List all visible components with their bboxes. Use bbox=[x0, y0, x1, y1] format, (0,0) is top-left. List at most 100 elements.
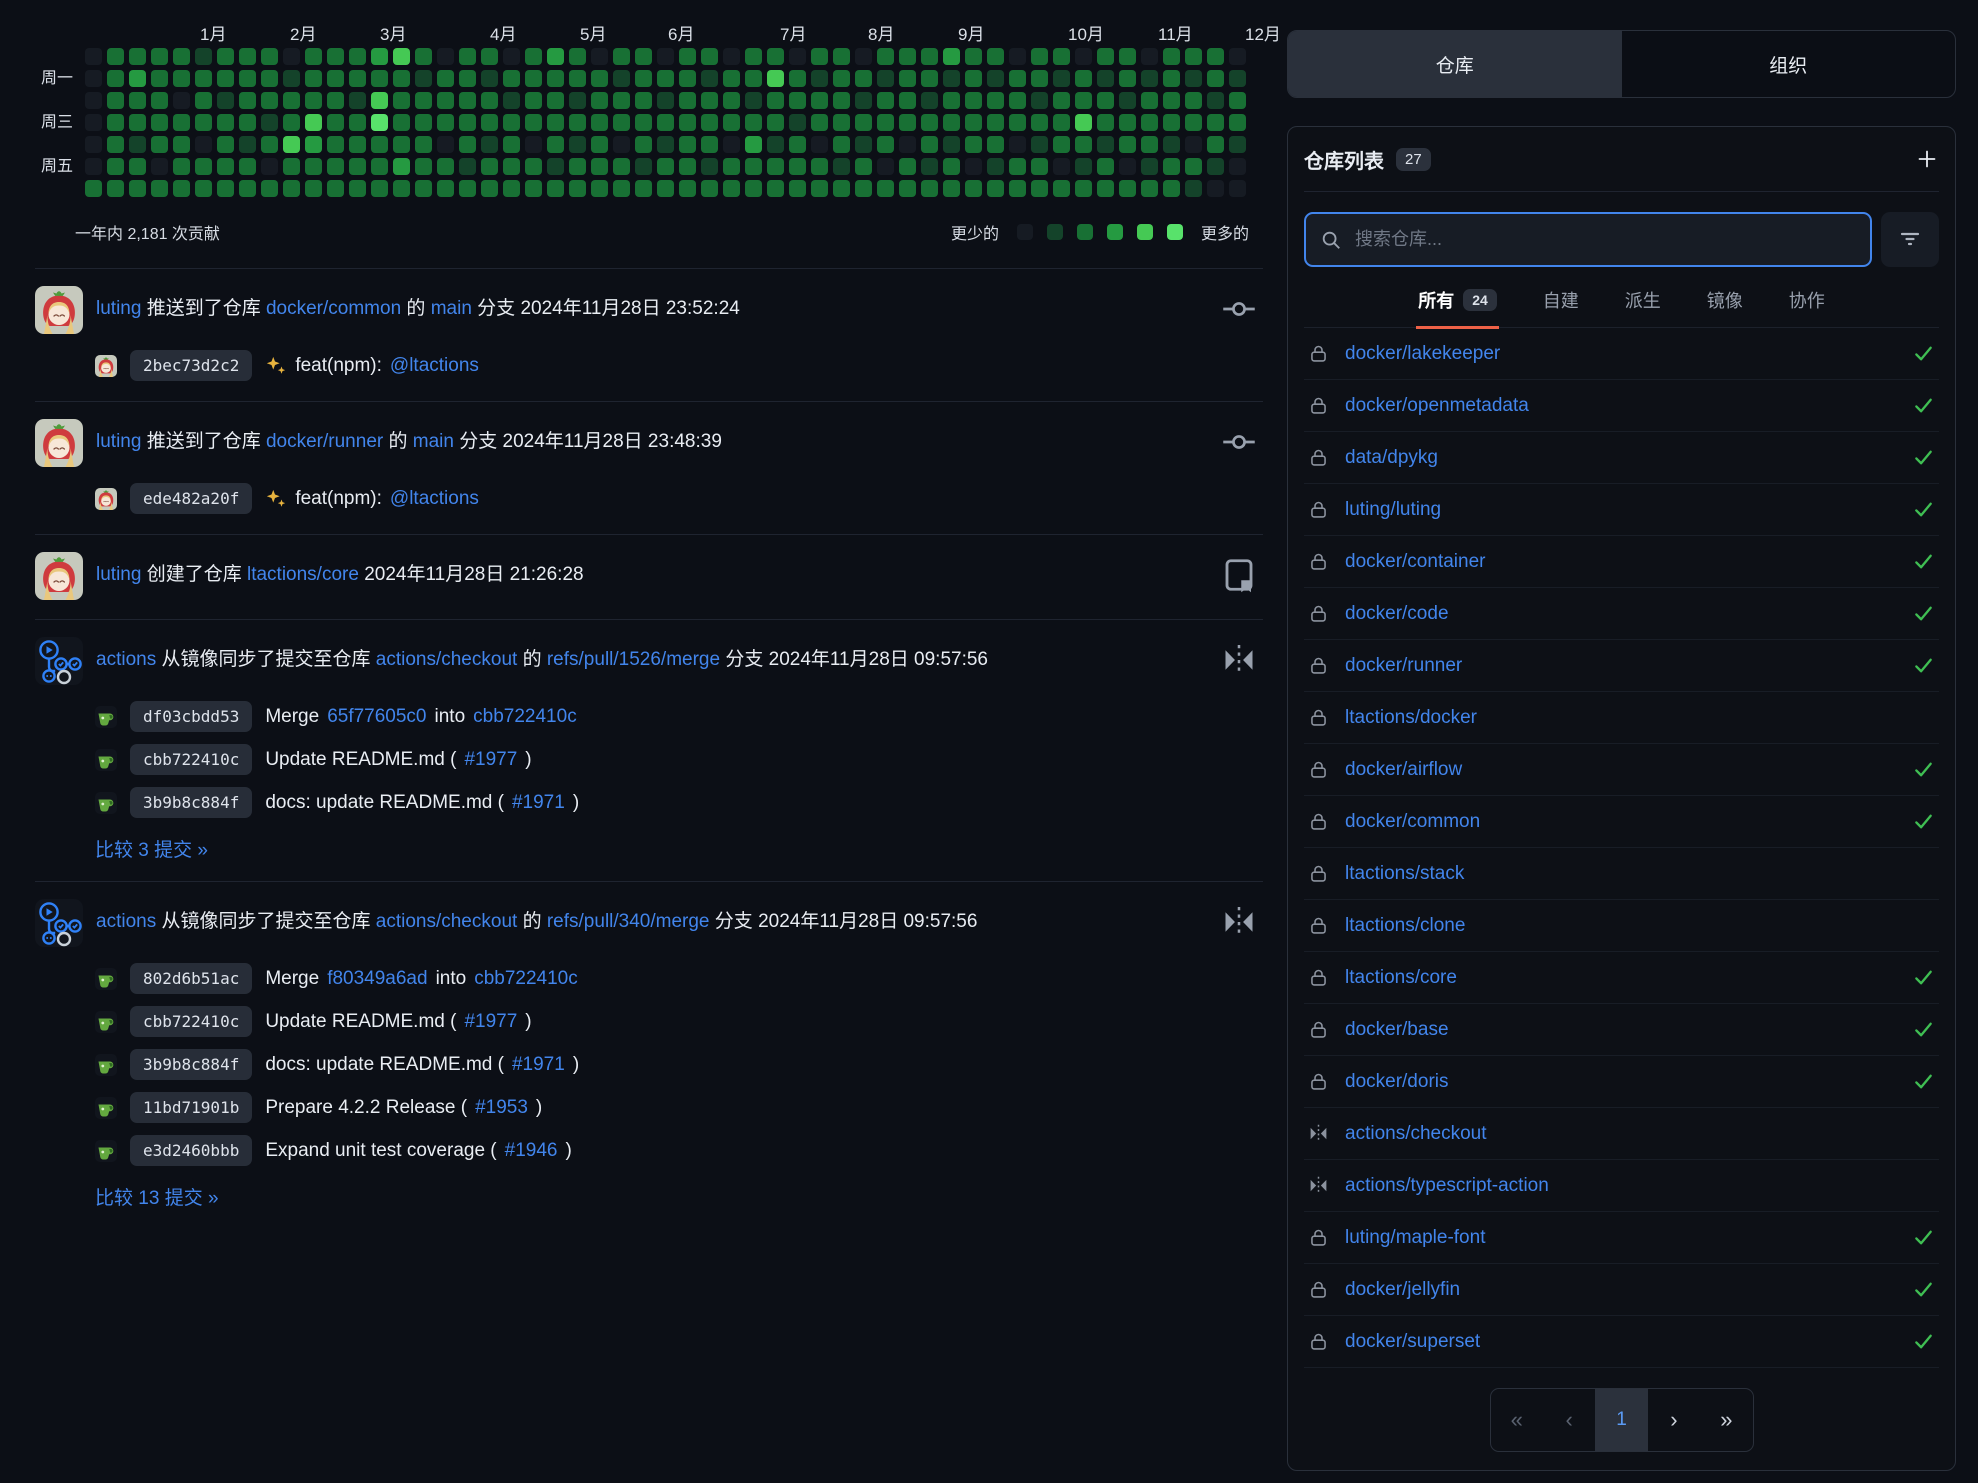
pagination-»[interactable]: » bbox=[1700, 1389, 1752, 1451]
add-repo-button[interactable] bbox=[1915, 147, 1939, 171]
repo-link[interactable]: docker/superset bbox=[1345, 1331, 1896, 1353]
heatmap-cell bbox=[877, 114, 894, 131]
repo-link[interactable]: docker/runner bbox=[1345, 655, 1896, 677]
commit-message-link[interactable]: @ltactions bbox=[390, 355, 479, 377]
avatar-luting[interactable] bbox=[35, 552, 83, 600]
heatmap-cell bbox=[1119, 114, 1136, 131]
lock-icon bbox=[1308, 707, 1329, 728]
repo-link[interactable]: actions/typescript-action bbox=[1345, 1175, 1935, 1197]
avatar-luting[interactable] bbox=[35, 419, 83, 467]
repo-search-input[interactable] bbox=[1353, 228, 1856, 251]
repo-link[interactable]: luting/luting bbox=[1345, 499, 1896, 521]
repo-link[interactable]: docker/openmetadata bbox=[1345, 395, 1896, 417]
feed-item-title: luting 推送到了仓库 docker/runner 的 main 分支 20… bbox=[96, 419, 722, 467]
feed-title-link[interactable]: actions/checkout bbox=[376, 649, 518, 670]
commit-hash-link[interactable]: 2bec73d2c2 bbox=[130, 350, 252, 381]
commit-hash-link[interactable]: df03cbdd53 bbox=[130, 701, 252, 732]
heatmap-cell bbox=[789, 92, 806, 109]
pagination-page-1[interactable]: 1 bbox=[1595, 1389, 1647, 1451]
feed-title-link[interactable]: actions bbox=[96, 911, 156, 932]
repo-link[interactable]: docker/container bbox=[1345, 551, 1896, 573]
repo-link[interactable]: actions/checkout bbox=[1345, 1123, 1935, 1145]
repo-link[interactable]: docker/common bbox=[1345, 811, 1896, 833]
repo-filter-button[interactable] bbox=[1881, 212, 1939, 267]
repo-link[interactable]: docker/airflow bbox=[1345, 759, 1896, 781]
lock-icon bbox=[1308, 1019, 1329, 1040]
heatmap-cell bbox=[767, 114, 784, 131]
compare-commits-link[interactable]: 比较 13 提交 » bbox=[95, 1188, 219, 1209]
feed-title-link[interactable]: actions/checkout bbox=[376, 911, 518, 932]
filter-tab-自建[interactable]: 自建 bbox=[1541, 287, 1581, 329]
repo-link[interactable]: docker/jellyfin bbox=[1345, 1279, 1896, 1301]
feed-title-link[interactable]: luting bbox=[96, 431, 141, 452]
commit-hash-link[interactable]: e3d2460bbb bbox=[130, 1135, 252, 1166]
feed-title-link[interactable]: actions bbox=[96, 649, 156, 670]
avatar-actions[interactable] bbox=[35, 637, 83, 685]
repo-link[interactable]: docker/code bbox=[1345, 603, 1896, 625]
filter-tab-label: 镜像 bbox=[1707, 287, 1743, 313]
commit-message-link[interactable]: #1946 bbox=[505, 1140, 558, 1162]
commit-hash-link[interactable]: 3b9b8c884f bbox=[130, 787, 252, 818]
avatar-actions[interactable] bbox=[35, 899, 83, 947]
filter-tab-镜像[interactable]: 镜像 bbox=[1705, 287, 1745, 329]
tab-仓库[interactable]: 仓库 bbox=[1288, 31, 1622, 97]
heatmap-cell bbox=[195, 92, 212, 109]
commit-message-link[interactable]: cbb722410c bbox=[474, 968, 578, 990]
filter-tab-派生[interactable]: 派生 bbox=[1623, 287, 1663, 329]
heatmap-cell bbox=[723, 92, 740, 109]
feed-title-link[interactable]: main bbox=[413, 431, 454, 452]
heatmap-cell bbox=[767, 136, 784, 153]
commit-hash-link[interactable]: 3b9b8c884f bbox=[130, 1049, 252, 1080]
commit-hash-link[interactable]: 11bd71901b bbox=[130, 1092, 252, 1123]
heatmap-cell bbox=[1207, 70, 1224, 87]
repo-search-row bbox=[1304, 212, 1939, 267]
lock-icon bbox=[1308, 395, 1329, 416]
feed-title-link[interactable]: docker/common bbox=[266, 298, 401, 319]
feed-title-link[interactable]: main bbox=[431, 298, 472, 319]
commit-hash-link[interactable]: ede482a20f bbox=[130, 483, 252, 514]
commit-message-link[interactable]: #1971 bbox=[512, 1054, 565, 1076]
commit-message-link[interactable]: #1977 bbox=[464, 1011, 517, 1033]
feed-title-link[interactable]: luting bbox=[96, 298, 141, 319]
pagination-›[interactable]: › bbox=[1648, 1389, 1700, 1451]
repo-panel-header: 仓库列表 27 bbox=[1304, 127, 1939, 192]
heatmap-cell bbox=[1229, 92, 1246, 109]
repo-link[interactable]: ltactions/stack bbox=[1345, 863, 1935, 885]
tab-组织[interactable]: 组织 bbox=[1622, 31, 1956, 97]
commit-hash-link[interactable]: cbb722410c bbox=[130, 744, 252, 775]
commit-message-link[interactable]: #1953 bbox=[475, 1097, 528, 1119]
repo-link[interactable]: docker/doris bbox=[1345, 1071, 1896, 1093]
filter-tab-所有[interactable]: 所有24 bbox=[1416, 287, 1499, 329]
compare-commits-link[interactable]: 比较 3 提交 » bbox=[95, 840, 208, 861]
avatar-luting[interactable] bbox=[35, 286, 83, 334]
repo-link[interactable]: ltactions/core bbox=[1345, 967, 1896, 989]
repo-row: docker/openmetadata bbox=[1304, 380, 1939, 432]
commit-message-text: Merge bbox=[265, 706, 319, 728]
repo-link[interactable]: docker/lakekeeper bbox=[1345, 343, 1896, 365]
repo-link[interactable]: docker/base bbox=[1345, 1019, 1896, 1041]
commit-message-link[interactable]: f80349a6ad bbox=[327, 968, 427, 990]
feed-title-link[interactable]: refs/pull/1526/merge bbox=[547, 649, 720, 670]
heatmap-cell bbox=[701, 92, 718, 109]
check-icon bbox=[1912, 1226, 1935, 1249]
heatmap-cell bbox=[1119, 92, 1136, 109]
repo-link[interactable]: ltactions/clone bbox=[1345, 915, 1935, 937]
commit-message-link[interactable]: #1977 bbox=[464, 749, 517, 771]
feed-title-link[interactable]: docker/runner bbox=[266, 431, 383, 452]
sidebar-tabs: 仓库组织 bbox=[1287, 30, 1956, 98]
commit-hash-link[interactable]: cbb722410c bbox=[130, 1006, 252, 1037]
repo-link[interactable]: luting/maple-font bbox=[1345, 1227, 1896, 1249]
repo-link[interactable]: ltactions/docker bbox=[1345, 707, 1935, 729]
feed-title-link[interactable]: ltactions/core bbox=[247, 564, 359, 585]
commit-message-link[interactable]: @ltactions bbox=[390, 488, 479, 510]
repo-link[interactable]: data/dpykg bbox=[1345, 447, 1896, 469]
feed-title-link[interactable]: refs/pull/340/merge bbox=[547, 911, 710, 932]
commit-message-link[interactable]: #1971 bbox=[512, 792, 565, 814]
commit-message-link[interactable]: cbb722410c bbox=[473, 706, 577, 728]
commit-message-link[interactable]: 65f77605c0 bbox=[327, 706, 426, 728]
commit-hash-link[interactable]: 802d6b51ac bbox=[130, 963, 252, 994]
heatmap-cell bbox=[987, 70, 1004, 87]
legend-swatch bbox=[1047, 224, 1063, 240]
filter-tab-协作[interactable]: 协作 bbox=[1787, 287, 1827, 329]
feed-title-link[interactable]: luting bbox=[96, 564, 141, 585]
